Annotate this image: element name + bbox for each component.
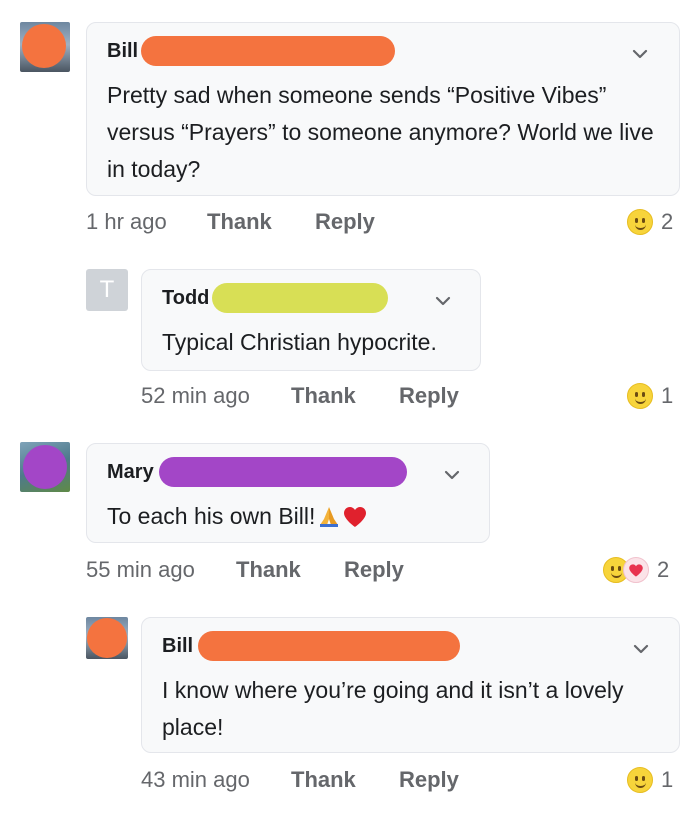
comment-actions: 43 min ago Thank Reply (141, 765, 681, 795)
author-name[interactable]: Bill (107, 40, 138, 63)
name-redaction (159, 457, 407, 487)
name-redaction (198, 631, 460, 661)
reaction-summary[interactable]: 1 (627, 765, 673, 795)
timestamp: 43 min ago (141, 767, 250, 792)
author-row: Bill (107, 36, 395, 66)
smile-emoji-icon (627, 767, 653, 793)
author-name[interactable]: Todd (162, 287, 209, 310)
author-row: Bill (162, 631, 460, 661)
author-name[interactable]: Mary (107, 461, 154, 484)
name-redaction (212, 283, 388, 313)
comment-bill-2: Bill I know where you’re going and it is… (0, 0, 700, 823)
author-row: Todd (162, 283, 388, 313)
name-redaction (141, 36, 395, 66)
author-row: Mary (107, 457, 407, 487)
author-name[interactable]: Bill (162, 635, 193, 658)
comment-bubble: Bill I know where you’re going and it is… (141, 617, 680, 753)
thank-button[interactable]: Thank (291, 765, 356, 795)
reaction-count: 1 (661, 767, 674, 792)
chevron-down-icon[interactable] (630, 638, 652, 660)
reply-button[interactable]: Reply (399, 765, 459, 795)
avatar[interactable] (86, 617, 128, 659)
comment-text: I know where you’re going and it isn’t a… (162, 677, 624, 740)
